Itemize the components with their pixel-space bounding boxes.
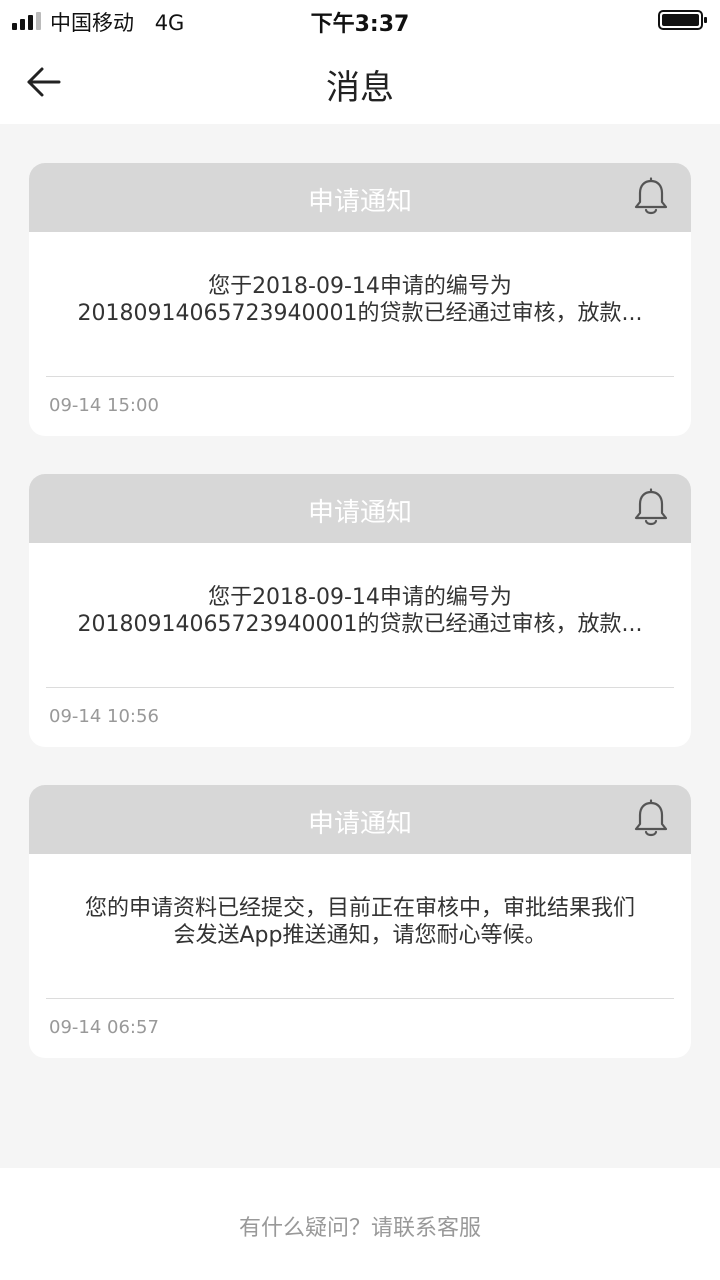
message-content-line: 会发送App推送通知，请您耐心等候。: [173, 923, 547, 948]
divider: [46, 687, 674, 688]
message-list: 申请通知 您于2018-09-14申请的编号为 2018091406572394…: [29, 163, 691, 1096]
status-bar: 中国移动 4G 下午3:37: [0, 0, 720, 40]
message-content-line: 您于2018-09-14申请的编号为: [208, 585, 512, 610]
message-card[interactable]: 申请通知 您的申请资料已经提交，目前正在审核中，审批结果我们 会发送App推送通…: [29, 785, 691, 1058]
message-time: 09-14 15:00: [49, 395, 159, 416]
nav-bar: 消息: [0, 40, 720, 124]
message-content-line: 20180914065723940001的贷款已经通过审核，放款...: [77, 301, 643, 326]
message-time: 09-14 10:56: [49, 706, 159, 727]
message-time: 09-14 06:57: [49, 1017, 159, 1038]
message-content-line: 20180914065723940001的贷款已经通过审核，放款...: [77, 612, 643, 637]
message-title: 申请通知: [307, 187, 412, 217]
message-content: 您于2018-09-14申请的编号为 20180914065723940001的…: [59, 273, 661, 327]
message-title: 申请通知: [307, 498, 412, 528]
message-content: 您于2018-09-14申请的编号为 20180914065723940001的…: [59, 584, 661, 638]
page-title: 消息: [326, 68, 394, 108]
message-content: 您的申请资料已经提交，目前正在审核中，审批结果我们 会发送App推送通知，请您耐…: [59, 895, 661, 949]
message-card-header: 申请通知: [29, 474, 691, 543]
contact-support-link[interactable]: 有什么疑问？请联系客服: [0, 1210, 720, 1242]
message-content-line: 您于2018-09-14申请的编号为: [208, 274, 512, 299]
divider: [46, 376, 674, 377]
message-card-header: 申请通知: [29, 785, 691, 854]
message-card[interactable]: 申请通知 您于2018-09-14申请的编号为 2018091406572394…: [29, 474, 691, 747]
status-time: 下午3:37: [310, 12, 410, 37]
divider: [46, 998, 674, 999]
message-card[interactable]: 申请通知 您于2018-09-14申请的编号为 2018091406572394…: [29, 163, 691, 436]
message-content-line: 您的申请资料已经提交，目前正在审核中，审批结果我们: [84, 896, 635, 921]
footer: 有什么疑问？请联系客服: [0, 1168, 720, 1280]
bell-icon: [634, 799, 668, 837]
message-title: 申请通知: [307, 809, 412, 839]
battery-icon: [658, 10, 707, 30]
message-card-header: 申请通知: [29, 163, 691, 232]
bell-icon: [634, 488, 668, 526]
bell-icon: [634, 177, 668, 215]
